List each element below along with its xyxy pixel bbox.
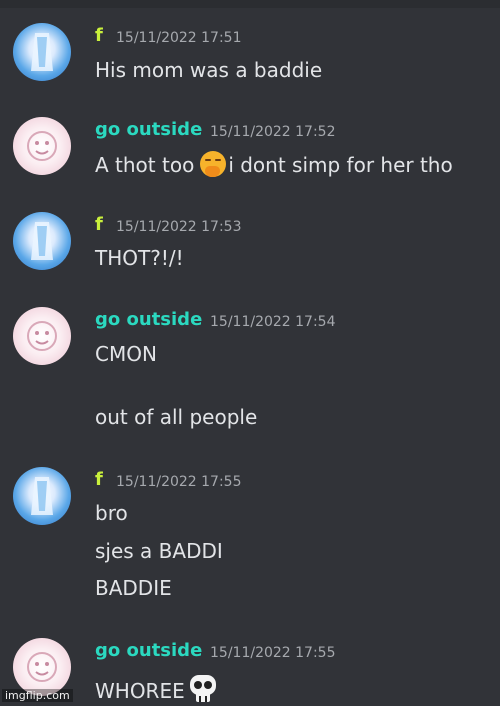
timestamp: 15/11/2022 17:55 (210, 645, 336, 661)
message-text: BADDIE (95, 576, 172, 600)
message-text: out of all people (95, 405, 258, 429)
yawning-face-emoji-icon (200, 151, 227, 177)
avatar[interactable] (13, 23, 71, 81)
message-text: His mom was a baddie (95, 58, 323, 82)
author-name[interactable]: go outside (95, 640, 202, 661)
timestamp: 15/11/2022 17:54 (210, 314, 336, 330)
timestamp: 15/11/2022 17:53 (116, 219, 242, 235)
timestamp: 15/11/2022 17:52 (210, 124, 336, 140)
timestamp: 15/11/2022 17:51 (116, 30, 242, 46)
message-text-part: i dont simp for her tho (228, 153, 453, 177)
message-text: WHOREE (95, 672, 220, 706)
avatar[interactable] (13, 212, 71, 270)
message-text: sjes a BADDI (95, 539, 223, 563)
author-name[interactable]: f (95, 214, 103, 235)
skull-emoji-icon (189, 675, 216, 702)
author-name[interactable]: f (95, 469, 103, 490)
top-edge (0, 0, 500, 8)
message-text-part: WHOREE (95, 679, 185, 703)
author-name[interactable]: go outside (95, 309, 202, 330)
message-text: bro (95, 501, 128, 525)
avatar[interactable] (13, 467, 71, 525)
timestamp: 15/11/2022 17:55 (116, 474, 242, 490)
author-name[interactable]: go outside (95, 119, 202, 140)
message-text: A thot too i dont simp for her tho (95, 151, 453, 177)
avatar[interactable] (13, 307, 71, 365)
message-text-part: A thot too (95, 153, 195, 177)
watermark: imgflip.com (2, 689, 73, 702)
message-text: CMON (95, 342, 157, 366)
avatar[interactable] (13, 638, 71, 696)
author-name[interactable]: f (95, 25, 103, 46)
message-text: THOT?!/! (95, 246, 184, 270)
avatar[interactable] (13, 117, 71, 175)
